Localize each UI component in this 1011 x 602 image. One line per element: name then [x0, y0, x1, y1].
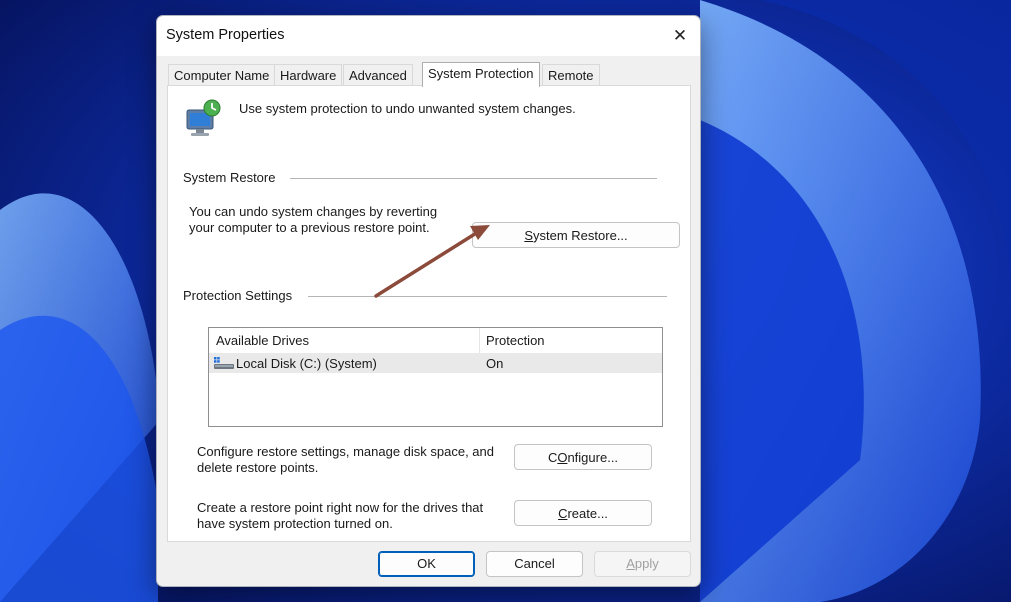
protection-settings-group-label: Protection Settings — [183, 288, 300, 303]
system-restore-group-label: System Restore — [183, 170, 283, 185]
apply-button-mnemonic: A — [626, 556, 635, 571]
system-protection-panel: Use system protection to undo unwanted s… — [167, 85, 691, 542]
column-separator[interactable] — [479, 328, 480, 353]
system-properties-dialog: System Properties ✕ Computer Name Hardwa… — [156, 15, 701, 587]
system-protection-icon — [184, 98, 224, 138]
configure-description-line2: delete restore points. — [197, 460, 319, 475]
window-title: System Properties — [166, 27, 285, 43]
configure-button-prefix: C — [547, 450, 558, 465]
system-restore-description-line2: your computer to a previous restore poin… — [189, 220, 430, 235]
system-restore-button-label: ystem Restore... — [533, 228, 628, 243]
intro-text: Use system protection to undo unwanted s… — [239, 101, 576, 116]
tab-computer-name[interactable]: Computer Name — [168, 64, 276, 86]
tab-remote[interactable]: Remote — [542, 64, 600, 86]
close-button[interactable]: ✕ — [660, 16, 700, 56]
configure-button-label: nfigure... — [567, 450, 619, 465]
configure-description-line1: Configure restore settings, manage disk … — [197, 444, 495, 459]
create-description-line1: Create a restore point right now for the… — [197, 500, 484, 515]
create-description-line2: have system protection turned on. — [197, 516, 393, 531]
close-icon: ✕ — [672, 26, 688, 45]
system-restore-button[interactable]: System Restore... — [472, 222, 680, 248]
configure-button[interactable]: COnfigure... — [514, 444, 652, 470]
configure-button-mnemonic: O — [557, 450, 568, 465]
list-item[interactable]: Local Disk (C:) (System) On — [209, 353, 662, 373]
protection-settings-divider — [308, 296, 667, 297]
system-restore-divider — [290, 178, 657, 179]
configure-description: Configure restore settings, manage disk … — [197, 444, 494, 476]
create-button-label: reate... — [567, 506, 608, 521]
drive-protection-status: On — [486, 356, 504, 371]
create-description: Create a restore point right now for the… — [197, 500, 483, 532]
ok-button[interactable]: OK — [378, 551, 475, 577]
apply-button[interactable]: Apply — [594, 551, 691, 577]
system-restore-description-line1: You can undo system changes by reverting — [189, 204, 438, 219]
cancel-button[interactable]: Cancel — [486, 551, 583, 577]
drives-list-header: Available Drives Protection — [209, 328, 662, 354]
column-header-available-drives[interactable]: Available Drives — [216, 333, 309, 348]
system-restore-description: You can undo system changes by reverting… — [189, 204, 437, 236]
create-button[interactable]: Create... — [514, 500, 652, 526]
drive-name: Local Disk (C:) (System) — [236, 356, 377, 371]
local-disk-icon — [214, 356, 234, 370]
tab-hardware[interactable]: Hardware — [274, 64, 343, 86]
system-restore-button-mnemonic: S — [524, 228, 534, 243]
drives-list[interactable]: Available Drives Protection Local Disk (… — [208, 327, 663, 427]
title-bar[interactable]: System Properties ✕ — [157, 16, 700, 56]
column-header-protection[interactable]: Protection — [486, 333, 545, 348]
tab-system-protection[interactable]: System Protection — [422, 62, 540, 87]
apply-button-label: pply — [634, 556, 659, 571]
tab-advanced[interactable]: Advanced — [343, 64, 413, 86]
